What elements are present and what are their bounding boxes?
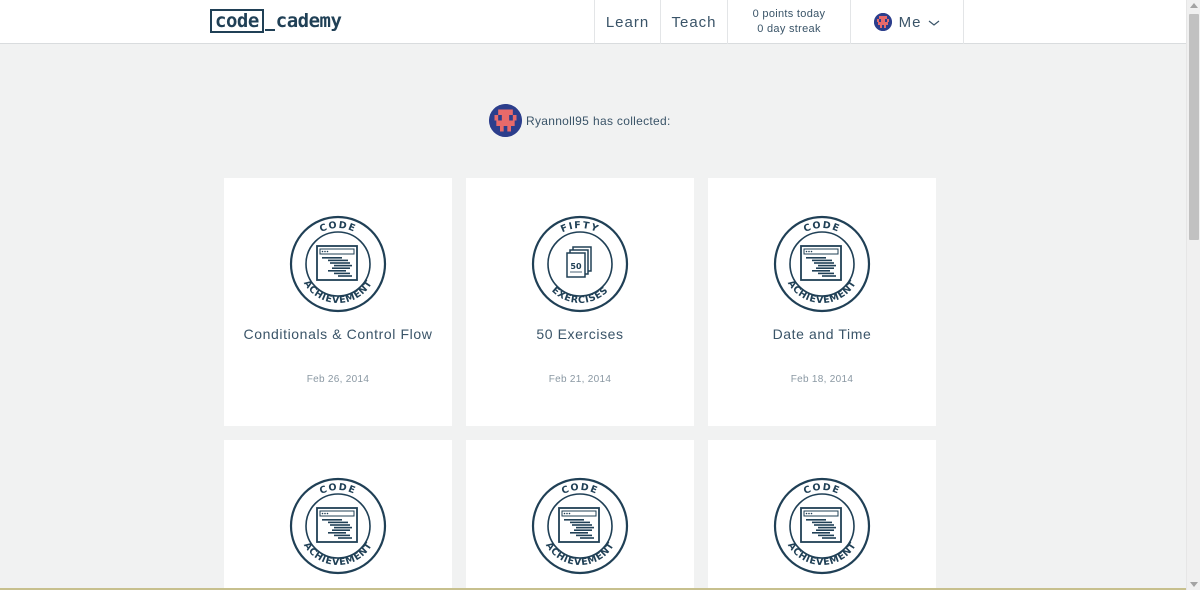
day-streak-text: 0 day streak <box>757 23 821 35</box>
code-achievement-badge-icon: CODEACHIEVEMENT <box>773 477 871 575</box>
badge-date: Feb 21, 2014 <box>548 374 612 385</box>
badge-date: Feb 26, 2014 <box>306 374 370 385</box>
fifty-exercises-badge-icon: FIFTY EXERCISES 50 <box>531 215 629 313</box>
me-menu-button[interactable]: Me <box>850 0 964 44</box>
badge-title: Conditionals & Control Flow <box>243 326 433 342</box>
logo-cursor <box>264 29 275 31</box>
nav-learn-link[interactable]: Learn <box>594 0 660 44</box>
codecademy-logo[interactable]: code cademy <box>210 8 342 34</box>
user-avatar-icon <box>873 13 892 31</box>
code-achievement-badge-icon: CODEACHIEVEMENT <box>773 215 871 313</box>
svg-text:50: 50 <box>570 262 582 271</box>
scroll-up-arrow-icon[interactable] <box>1190 3 1198 8</box>
code-achievement-badge-icon: CODEACHIEVEMENT <box>531 477 629 575</box>
collector-avatar[interactable] <box>489 104 522 137</box>
badge-card[interactable]: CODE ACHIEVEMENT Date and Time Feb 18, 20… <box>708 178 936 426</box>
badge-title: Date and Time <box>772 326 872 342</box>
nav-learn-label: Learn <box>605 13 650 31</box>
scroll-thumb[interactable] <box>1189 14 1199 240</box>
points-today-text: 0 points today <box>752 8 826 20</box>
badge-card[interactable]: CODE ACHIEVEMENT <box>708 440 936 590</box>
code-achievement-badge-icon: CODEACHIEVEMENT <box>289 215 387 313</box>
badge-card[interactable]: CODE ACHIEVEMENT <box>224 440 452 590</box>
logo-rest-text: cademy <box>275 10 342 32</box>
scroll-down-arrow-icon[interactable] <box>1190 582 1198 587</box>
page-scrollbar[interactable] <box>1186 0 1200 590</box>
badge-card[interactable]: CODE ACHIEVEMENT <box>466 440 694 590</box>
badge-date: Feb 18, 2014 <box>790 374 854 385</box>
svg-text:FIFTY: FIFTY <box>559 220 601 235</box>
me-label: Me <box>898 13 922 31</box>
collector-username[interactable]: Ryannoll95 <box>526 114 589 128</box>
code-achievement-badge-icon: CODEACHIEVEMENT <box>289 477 387 575</box>
top-navigation-bar: code cademy Learn Teach 0 points today 0… <box>0 0 1186 44</box>
badge-title: 50 Exercises <box>536 326 624 342</box>
points-streak-indicator: 0 points today 0 day streak <box>727 0 850 44</box>
badge-card[interactable]: FIFTY EXERCISES 50 50 Exercises Feb 21, 20… <box>466 178 694 426</box>
nav-teach-label: Teach <box>671 13 717 31</box>
svg-text:EXERCISES: EXERCISES <box>549 285 610 306</box>
badge-card[interactable]: CODE ACHIEVEMENT Conditionals & Control F… <box>224 178 452 426</box>
collector-suffix: has collected: <box>593 113 671 128</box>
chevron-down-icon <box>928 16 940 28</box>
logo-boxed-text: code <box>210 9 264 33</box>
collector-header: Ryannoll95 has collected: <box>489 104 671 137</box>
nav-teach-link[interactable]: Teach <box>660 0 727 44</box>
